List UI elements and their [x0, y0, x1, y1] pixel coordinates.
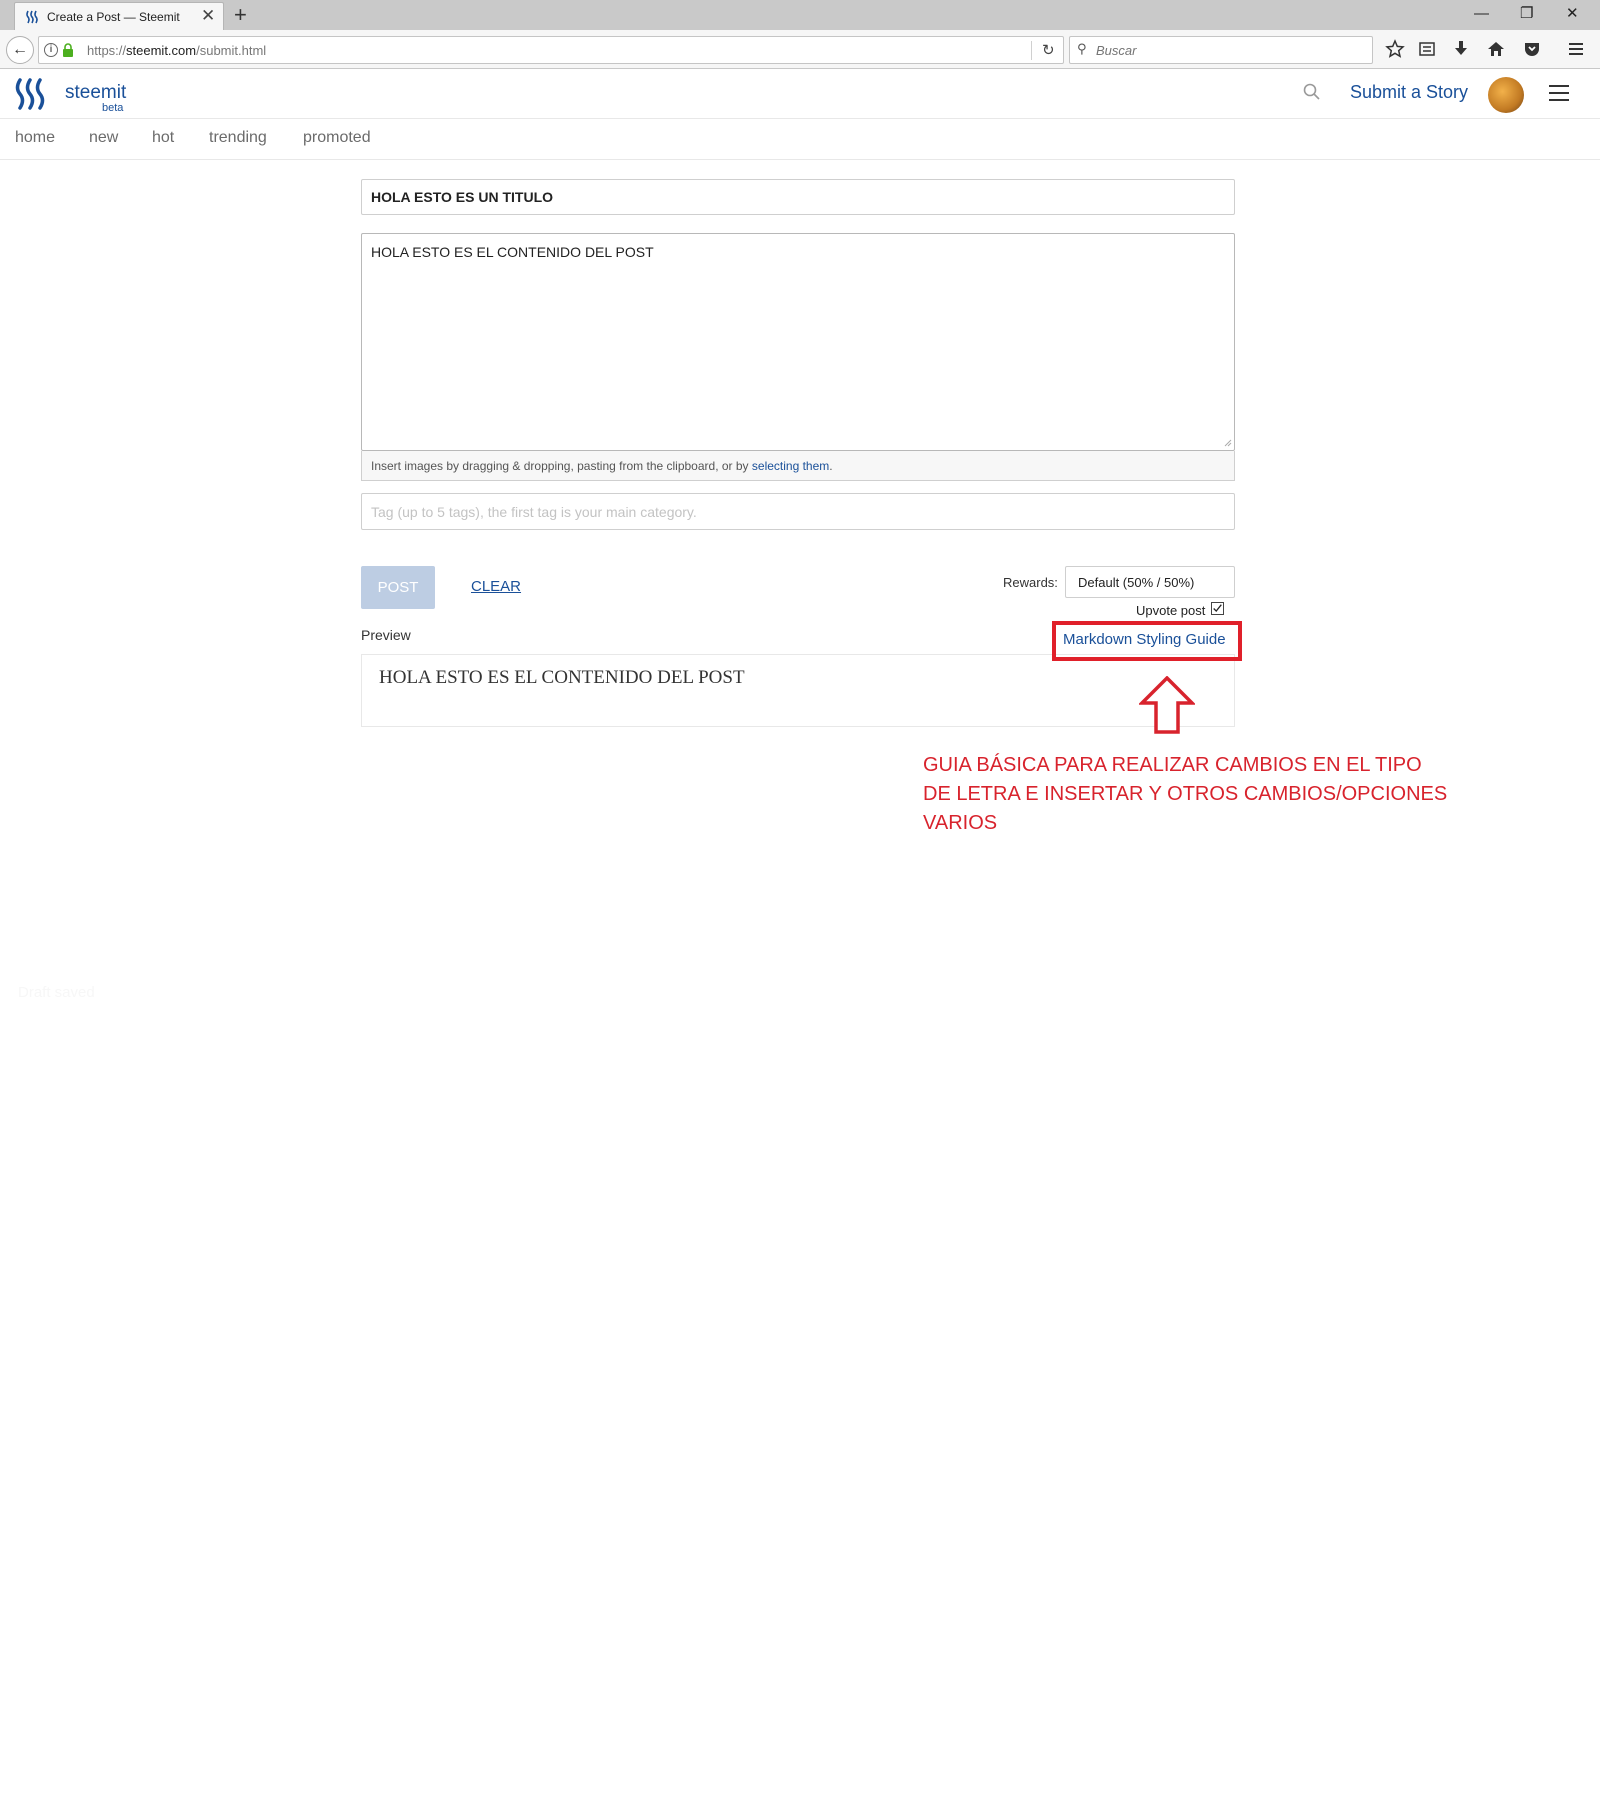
browser-tab-bar: Create a Post — Steemit ✕ + — ❐ ✕	[0, 0, 1600, 30]
upvote-post-checkbox[interactable]	[1211, 602, 1224, 615]
upvote-post-label: Upvote post	[1136, 603, 1206, 618]
select-images-link[interactable]: selecting them	[752, 459, 829, 473]
search-icon: ⚲	[1077, 41, 1087, 56]
post-button[interactable]: POST	[361, 566, 435, 609]
submit-story-link[interactable]: Submit a Story	[1350, 82, 1468, 103]
dropzone-text: Insert images by dragging & dropping, pa…	[371, 459, 752, 473]
pocket-icon[interactable]	[1521, 38, 1543, 60]
preview-label: Preview	[361, 627, 411, 643]
annotation-line: DE LETRA E INSERTAR Y OTROS CAMBIOS/OPCI…	[923, 783, 1448, 805]
clear-button[interactable]: CLEAR	[471, 578, 521, 595]
close-icon[interactable]: ✕	[1566, 4, 1579, 24]
avatar[interactable]	[1488, 77, 1524, 113]
browser-nav-bar: ← i https://steemit.com/submit.html ↻ ⚲	[0, 30, 1600, 69]
sub-nav: home new hot trending promoted	[0, 119, 1600, 160]
hamburger-menu-icon[interactable]	[1549, 85, 1569, 103]
preview-box: HOLA ESTO ES EL CONTENIDO DEL POST	[361, 654, 1235, 727]
reading-list-icon[interactable]	[1416, 38, 1438, 60]
browser-search-bar[interactable]: ⚲	[1069, 36, 1373, 64]
post-body-textarea[interactable]: HOLA ESTO ES EL CONTENIDO DEL POST	[361, 233, 1235, 451]
info-icon[interactable]: i	[44, 43, 58, 57]
annotation-text: GUIA BÁSICA PARA REALIZAR CAMBIOS EN EL …	[923, 751, 1463, 838]
minimize-icon[interactable]: —	[1474, 4, 1489, 24]
site-header: steemit beta Submit a Story	[0, 70, 1600, 119]
url-bar[interactable]: i https://steemit.com/submit.html ↻	[38, 36, 1064, 64]
nav-trending[interactable]: trending	[209, 129, 267, 147]
image-dropzone-hint: Insert images by dragging & dropping, pa…	[361, 451, 1235, 481]
rewards-select[interactable]: Default (50% / 50%)	[1065, 566, 1235, 598]
up-arrow-annotation-icon	[1139, 676, 1195, 734]
steemit-logo-icon[interactable]	[14, 78, 50, 110]
menu-icon[interactable]	[1565, 38, 1587, 60]
preview-text: HOLA ESTO ES EL CONTENIDO DEL POST	[379, 667, 745, 688]
url-separator	[1031, 41, 1032, 60]
nav-new[interactable]: new	[89, 129, 118, 147]
browser-search-input[interactable]	[1096, 39, 1366, 61]
nav-hot[interactable]: hot	[152, 129, 174, 147]
nav-home[interactable]: home	[15, 129, 55, 147]
tab-title: Create a Post — Steemit	[47, 10, 180, 24]
resize-grip-icon[interactable]	[1222, 437, 1232, 447]
logo-beta: beta	[102, 102, 124, 114]
post-title-input[interactable]	[361, 179, 1235, 215]
restore-icon[interactable]: ❐	[1520, 4, 1533, 24]
new-tab-button[interactable]: +	[234, 2, 247, 28]
reload-icon[interactable]: ↻	[1042, 41, 1055, 59]
draft-saved-text: Draft saved	[18, 984, 95, 1001]
markdown-styling-guide-link[interactable]: Markdown Styling Guide	[1063, 631, 1226, 648]
browser-tab[interactable]: Create a Post — Steemit ✕	[14, 2, 224, 30]
download-icon[interactable]	[1450, 38, 1472, 60]
lock-icon	[63, 43, 73, 57]
tags-input[interactable]	[361, 493, 1235, 530]
tab-close-icon[interactable]: ✕	[201, 6, 215, 26]
rewards-label: Rewards:	[1003, 575, 1058, 590]
bookmark-star-icon[interactable]	[1384, 38, 1406, 60]
nav-promoted[interactable]: promoted	[303, 129, 371, 147]
logo-text[interactable]: steemit	[65, 82, 126, 104]
steemit-favicon-icon	[26, 10, 38, 24]
back-arrow-icon[interactable]: ←	[6, 36, 34, 64]
dropzone-end: .	[829, 459, 833, 473]
url-text: https://steemit.com/submit.html	[87, 43, 267, 58]
annotation-line: GUIA BÁSICA PARA REALIZAR CAMBIOS EN EL …	[923, 754, 1422, 776]
annotation-line: VARIOS	[923, 812, 998, 834]
home-icon[interactable]	[1485, 38, 1507, 60]
search-icon[interactable]	[1302, 82, 1322, 102]
